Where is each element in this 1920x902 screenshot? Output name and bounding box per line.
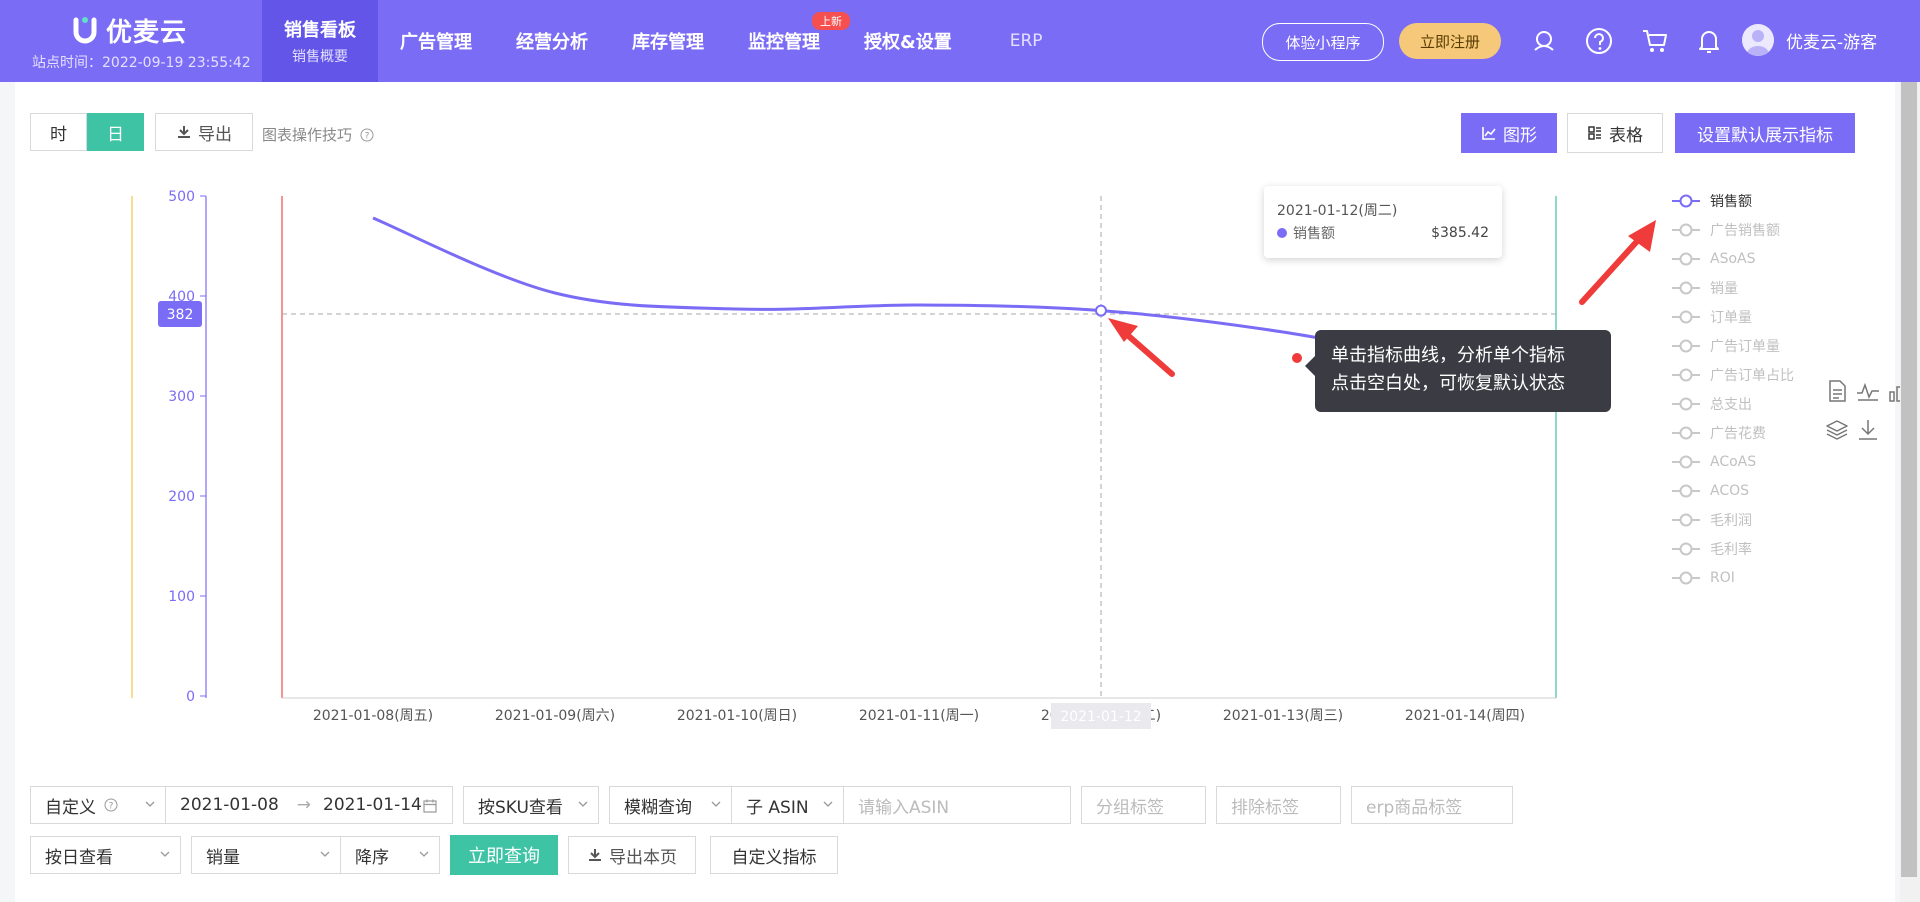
sort-order-value: 降序: [355, 847, 389, 868]
export-page-button[interactable]: 导出本页: [568, 836, 696, 874]
view-by-day-value: 按日查看: [45, 847, 113, 868]
date-separator: →: [296, 795, 312, 815]
calendar-icon: [423, 799, 437, 813]
date-range-picker[interactable]: 2021-01-08 → 2021-01-14: [165, 786, 453, 824]
scrollbar-thumb[interactable]: [1901, 82, 1917, 877]
asin-search-input[interactable]: 请输入ASIN: [843, 786, 1071, 824]
date-range-type-select[interactable]: 自定义 ?: [30, 786, 166, 824]
download-icon: [589, 849, 601, 861]
group-tag-select[interactable]: 分组标签: [1081, 786, 1206, 824]
view-by-sku-select[interactable]: 按SKU查看: [463, 786, 599, 824]
query-button[interactable]: 立即查询: [450, 835, 558, 875]
annotation-arrows: [1108, 220, 1656, 377]
chevron-down-icon: [711, 801, 721, 807]
custom-metric-button[interactable]: 自定义指标: [710, 836, 838, 874]
chevron-down-icon: [320, 851, 330, 857]
annotation-dot: [1292, 353, 1302, 363]
view-by-day-select[interactable]: 按日查看: [30, 836, 181, 874]
asin-type-select[interactable]: 子 ASIN: [731, 786, 844, 824]
match-mode-value: 模糊查询: [624, 797, 692, 818]
sort-metric-select[interactable]: 销量: [191, 836, 341, 874]
arrow-to-legend: [1579, 220, 1656, 305]
exclude-tag-select[interactable]: 排除标签: [1216, 786, 1341, 824]
asin-type-value: 子 ASIN: [746, 797, 809, 818]
view-by-sku-value: 按SKU查看: [478, 797, 563, 818]
arrow-to-point: [1108, 318, 1175, 377]
export-page-label: 导出本页: [609, 847, 677, 868]
chevron-down-icon: [823, 801, 833, 807]
chevron-down-icon: [145, 801, 155, 807]
date-start: 2021-01-08: [180, 795, 279, 815]
chevron-down-icon: [419, 851, 429, 857]
date-end: 2021-01-14: [323, 795, 422, 815]
chevron-down-icon: [160, 851, 170, 857]
svg-text:?: ?: [109, 802, 114, 812]
erp-tag-select[interactable]: erp商品标签: [1351, 786, 1513, 824]
date-range-type-value: 自定义: [45, 797, 96, 818]
info-icon: ?: [104, 798, 118, 812]
match-mode-select[interactable]: 模糊查询: [609, 786, 732, 824]
sort-order-select[interactable]: 降序: [340, 836, 440, 874]
sort-metric-value: 销量: [206, 847, 240, 868]
chevron-down-icon: [578, 801, 588, 807]
